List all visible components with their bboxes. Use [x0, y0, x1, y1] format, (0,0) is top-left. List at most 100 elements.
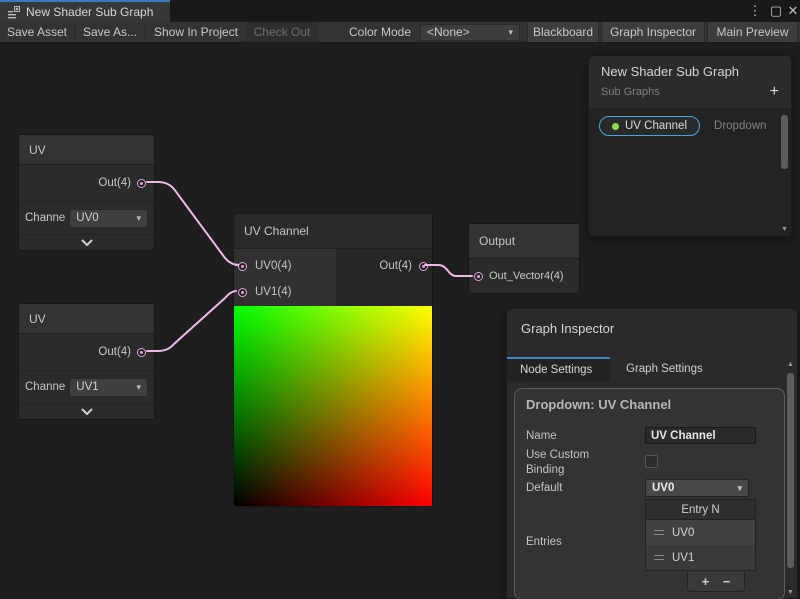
channel-label: Channe: [25, 212, 65, 224]
remove-entry-button[interactable]: −: [723, 575, 731, 588]
node-title[interactable]: UV Channel: [234, 214, 432, 249]
name-input[interactable]: [645, 427, 756, 444]
input-ports: UV0(4) UV1(4): [234, 249, 336, 306]
entries-list-footer: + −: [687, 572, 745, 592]
add-entry-button[interactable]: +: [702, 575, 710, 588]
blackboard-subtitle: Sub Graphs: [601, 86, 660, 98]
out-port-row: Out(4): [19, 165, 154, 201]
graph-inspector-toggle-button[interactable]: Graph Inspector: [601, 22, 705, 42]
graph-inspector-panel[interactable]: Graph Inspector Node Settings Graph Sett…: [506, 308, 798, 599]
output-port-row: Out(4): [336, 253, 432, 279]
blackboard-header: New Shader Sub Graph Sub Graphs +: [589, 56, 791, 108]
close-icon[interactable]: ✕: [786, 3, 800, 19]
property-name: UV Channel: [625, 120, 687, 132]
node-title[interactable]: UV: [19, 135, 154, 165]
toolbar: Save Asset Save As... Show In Project Ch…: [0, 22, 800, 43]
input-port-label: UV1(4): [255, 286, 291, 298]
output-port[interactable]: [137, 179, 146, 188]
input-port[interactable]: [474, 272, 483, 281]
default-label: Default: [526, 482, 562, 494]
check-out-button: Check Out: [246, 22, 318, 42]
input-port-label: UV0(4): [255, 260, 291, 272]
chevron-down-icon: [81, 408, 93, 415]
node-body: UV0(4) UV1(4) Out(4): [234, 249, 432, 306]
use-custom-binding-checkbox[interactable]: [645, 455, 658, 468]
output-node[interactable]: Output Out_Vector4(4): [468, 223, 580, 294]
scrollbar-thumb[interactable]: [787, 373, 794, 568]
property-row: UV Channel Dropdown: [599, 116, 766, 136]
add-property-button[interactable]: +: [770, 85, 779, 99]
channel-dropdown[interactable]: UV1 ▾: [69, 378, 148, 397]
kebab-menu-icon[interactable]: ⋮: [748, 3, 762, 19]
uv-channel-node[interactable]: UV Channel UV0(4) UV1(4) Out(4): [233, 213, 433, 507]
default-dropdown[interactable]: UV0 ▾: [645, 479, 749, 497]
save-as-button[interactable]: Save As...: [75, 22, 145, 42]
input-port-row: UV1(4): [234, 279, 336, 305]
save-asset-button[interactable]: Save Asset: [0, 22, 74, 42]
chevron-down-icon: ▾: [508, 28, 513, 37]
chevron-down-icon: ▾: [737, 484, 742, 493]
channel-row: Channe UV1 ▾: [19, 370, 154, 403]
input-port-row: Out_Vector4(4): [469, 259, 579, 293]
color-mode-dropdown[interactable]: <None> ▾: [420, 24, 520, 41]
tab-graph-settings[interactable]: Graph Settings: [610, 357, 703, 381]
blackboard-scrollbar[interactable]: ▼: [780, 112, 789, 234]
exposed-dot-icon: [612, 123, 619, 130]
out-port-row: Out(4): [19, 334, 154, 370]
drag-handle-icon[interactable]: [654, 555, 664, 560]
channel-dropdown[interactable]: UV0 ▾: [69, 209, 148, 228]
entry-row[interactable]: UV0: [646, 520, 755, 545]
document-tab[interactable]: New Shader Sub Graph: [0, 0, 170, 22]
color-mode-label: Color Mode: [346, 22, 414, 42]
blackboard-toggle-button[interactable]: Blackboard: [527, 22, 599, 42]
drag-handle-icon[interactable]: [654, 530, 664, 535]
scroll-down-icon[interactable]: ▼: [780, 226, 789, 233]
entry-value: UV1: [672, 552, 694, 564]
tab-strip: New Shader Sub Graph ⋮ ▢ ✕: [0, 0, 800, 22]
main-preview-toggle-button[interactable]: Main Preview: [707, 22, 798, 42]
output-port[interactable]: [419, 262, 428, 271]
channel-value: UV0: [76, 212, 98, 224]
input-port-row: UV0(4): [234, 253, 336, 279]
blackboard-title: New Shader Sub Graph: [601, 64, 779, 79]
channel-label: Channe: [25, 381, 65, 393]
scroll-down-icon[interactable]: ▼: [786, 589, 795, 596]
chevron-down-icon: [81, 239, 93, 246]
chevron-down-icon: ▾: [136, 214, 141, 223]
scroll-up-icon[interactable]: ▲: [786, 361, 795, 368]
output-port[interactable]: [137, 348, 146, 357]
entry-row[interactable]: UV1: [646, 545, 755, 570]
scrollbar-thumb[interactable]: [781, 115, 788, 169]
collapse-button[interactable]: [19, 403, 154, 419]
tab-title: New Shader Sub Graph: [26, 5, 153, 19]
out-port-label: Out(4): [98, 346, 131, 358]
tab-node-settings[interactable]: Node Settings: [507, 357, 610, 381]
channel-value: UV1: [76, 381, 98, 393]
color-mode-value: <None>: [427, 25, 470, 40]
blackboard-content: UV Channel Dropdown ▼: [589, 108, 791, 236]
uv-gradient-preview: [234, 306, 432, 506]
maximize-icon[interactable]: ▢: [769, 3, 783, 19]
input-port-label: Out_Vector4(4): [489, 270, 564, 282]
settings-box-title: Dropdown: UV Channel: [526, 397, 671, 412]
uv-node-a[interactable]: UV Out(4) Channe UV0 ▾: [18, 134, 155, 251]
node-title[interactable]: Output: [469, 224, 579, 259]
out-port-label: Out(4): [379, 260, 412, 272]
uv-node-b[interactable]: UV Out(4) Channe UV1 ▾: [18, 303, 155, 420]
property-type: Dropdown: [714, 120, 766, 132]
shader-graph-window: New Shader Sub Graph ⋮ ▢ ✕ Save Asset Sa…: [0, 0, 800, 599]
inspector-scrollbar[interactable]: ▲ ▼: [786, 359, 795, 599]
show-in-project-button[interactable]: Show In Project: [146, 22, 246, 42]
input-port[interactable]: [238, 262, 247, 271]
input-port[interactable]: [238, 288, 247, 297]
inspector-tabs: Node Settings Graph Settings: [507, 357, 786, 381]
use-custom-binding-label: Use Custom Binding: [526, 448, 610, 478]
property-pill-uv-channel[interactable]: UV Channel: [599, 116, 700, 136]
shader-graph-icon: [7, 6, 20, 19]
collapse-button[interactable]: [19, 234, 154, 250]
blackboard-panel[interactable]: New Shader Sub Graph Sub Graphs + UV Cha…: [588, 55, 792, 237]
node-title[interactable]: UV: [19, 304, 154, 334]
inspector-title: Graph Inspector: [521, 321, 614, 336]
default-value: UV0: [652, 482, 674, 494]
chevron-down-icon: ▾: [136, 383, 141, 392]
